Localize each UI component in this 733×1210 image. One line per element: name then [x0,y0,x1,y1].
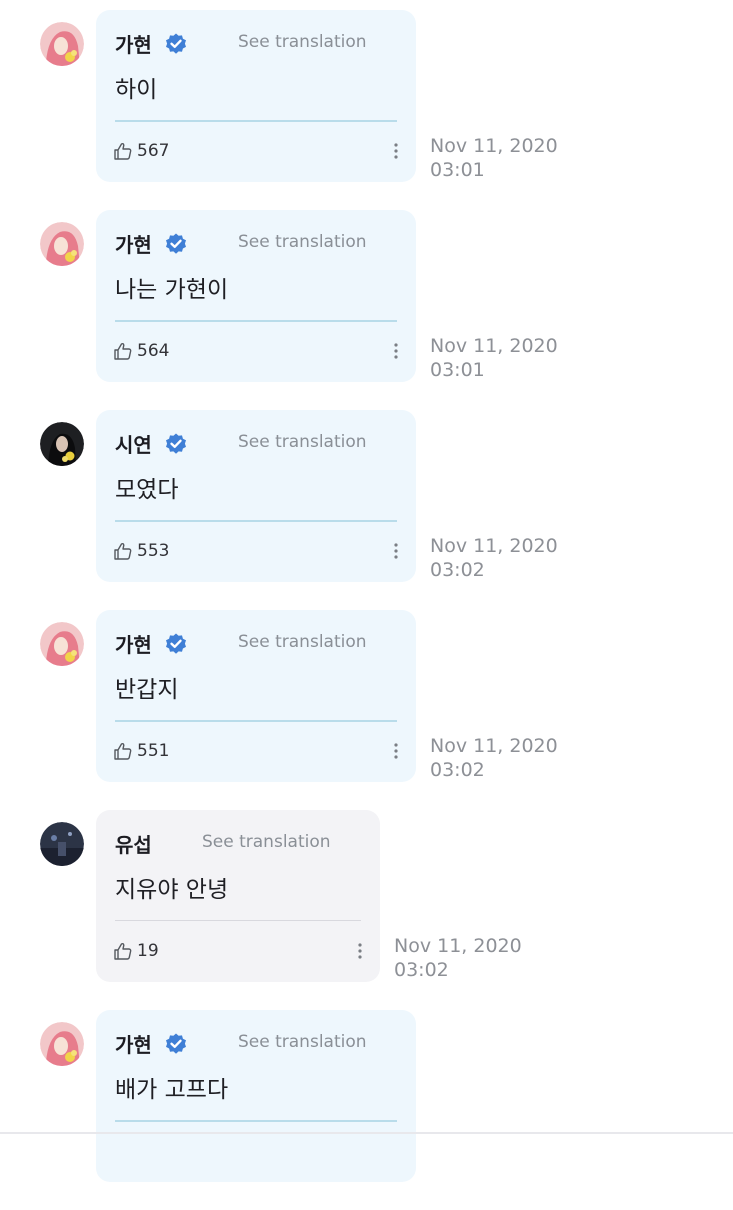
avatar[interactable] [40,422,84,466]
more-vertical-icon [390,140,402,162]
comment-text: 나는 가현이 [115,277,229,303]
thumbs-up-icon [113,341,133,361]
more-options-button[interactable] [390,340,402,362]
avatar[interactable] [40,622,84,666]
comment-bubble: 가현 See translation 배가 고프다 [96,1010,416,1182]
comment-author[interactable]: 가현 [115,629,152,658]
more-vertical-icon [390,540,402,562]
divider [115,720,397,722]
comment-author[interactable]: 유섭 [115,829,152,858]
comment-item: 가현 See translation 나는 가현이 564 Nov 11, 20… [0,210,733,410]
like-count: 553 [137,541,170,561]
comment-timestamp: Nov 11, 2020 03:02 [394,934,554,982]
comment-author[interactable]: 시연 [115,429,152,458]
see-translation-link[interactable]: See translation [238,32,367,52]
comment-time: 03:02 [430,759,485,781]
comment-author[interactable]: 가현 [115,29,152,58]
see-translation-link[interactable]: See translation [238,432,367,452]
thumbs-up-icon [113,741,133,761]
comment-date: Nov 11, 2020 [394,935,522,957]
like-count: 19 [137,941,159,961]
comment-date: Nov 11, 2020 [430,735,558,757]
divider [115,120,397,122]
verified-badge-icon [164,1032,188,1056]
comment-timestamp: Nov 11, 2020 03:02 [430,734,590,782]
comment-text: 배가 고프다 [115,1077,229,1103]
more-vertical-icon [354,940,366,962]
more-vertical-icon [390,740,402,762]
more-options-button[interactable] [390,740,402,762]
comment-timestamp: Nov 11, 2020 03:01 [430,134,590,182]
like-button[interactable]: 567 [113,139,169,163]
comment-bubble: 시연 See translation 모였다 553 [96,410,416,582]
comment-item: 가현 See translation 하이 567 Nov 11, 2020 0… [0,10,733,210]
comment-timestamp: Nov 11, 2020 03:02 [430,534,590,582]
comment-date: Nov 11, 2020 [430,335,558,357]
verified-badge-icon [164,632,188,656]
thumbs-up-icon [113,141,133,161]
like-button[interactable]: 564 [113,339,169,363]
avatar[interactable] [40,222,84,266]
comment-item: 가현 See translation 반갑지 551 Nov 11, 2020 … [0,610,733,810]
thumbs-up-icon [113,541,133,561]
like-count: 564 [137,341,170,361]
comment-item: 시연 See translation 모였다 553 Nov 11, 2020 … [0,410,733,610]
comment-text: 반갑지 [115,677,179,703]
verified-badge-icon [164,232,188,256]
divider [115,1120,397,1122]
verified-badge-icon [164,32,188,56]
comment-date: Nov 11, 2020 [430,535,558,557]
comment-bubble: 가현 See translation 하이 567 [96,10,416,182]
comment-text: 모였다 [115,477,179,503]
comment-text: 지유야 안녕 [115,877,229,903]
comment-bubble: 유섭 See translation 지유야 안녕 19 [96,810,380,982]
more-vertical-icon [390,340,402,362]
comment-time: 03:01 [430,159,485,181]
comment-time: 03:02 [394,959,449,981]
see-translation-link[interactable]: See translation [202,832,331,852]
like-button[interactable]: 19 [113,939,159,963]
comment-time: 03:01 [430,359,485,381]
divider [115,520,397,522]
avatar[interactable] [40,822,84,866]
avatar[interactable] [40,1022,84,1066]
divider [115,920,361,921]
like-count: 567 [137,141,170,161]
divider [115,320,397,322]
thumbs-up-icon [113,941,133,961]
see-translation-link[interactable]: See translation [238,632,367,652]
comment-timestamp: Nov 11, 2020 03:01 [430,334,590,382]
see-translation-link[interactable]: See translation [238,232,367,252]
like-button[interactable]: 553 [113,539,169,563]
verified-badge-icon [164,432,188,456]
comment-bubble: 가현 See translation 반갑지 551 [96,610,416,782]
comment-item: 유섭 See translation 지유야 안녕 19 Nov 11, 202… [0,810,733,1010]
comment-bubble: 가현 See translation 나는 가현이 564 [96,210,416,382]
more-options-button[interactable] [354,940,366,962]
comment-date: Nov 11, 2020 [430,135,558,157]
comment-time: 03:02 [430,559,485,581]
more-options-button[interactable] [390,540,402,562]
comment-item: 가현 See translation 배가 고프다 [0,1010,733,1210]
like-count: 551 [137,741,170,761]
avatar[interactable] [40,22,84,66]
comment-text: 하이 [115,77,158,103]
see-translation-link[interactable]: See translation [238,1032,367,1052]
comment-author[interactable]: 가현 [115,1029,152,1058]
comment-author[interactable]: 가현 [115,229,152,258]
like-button[interactable]: 551 [113,739,169,763]
more-options-button[interactable] [390,140,402,162]
